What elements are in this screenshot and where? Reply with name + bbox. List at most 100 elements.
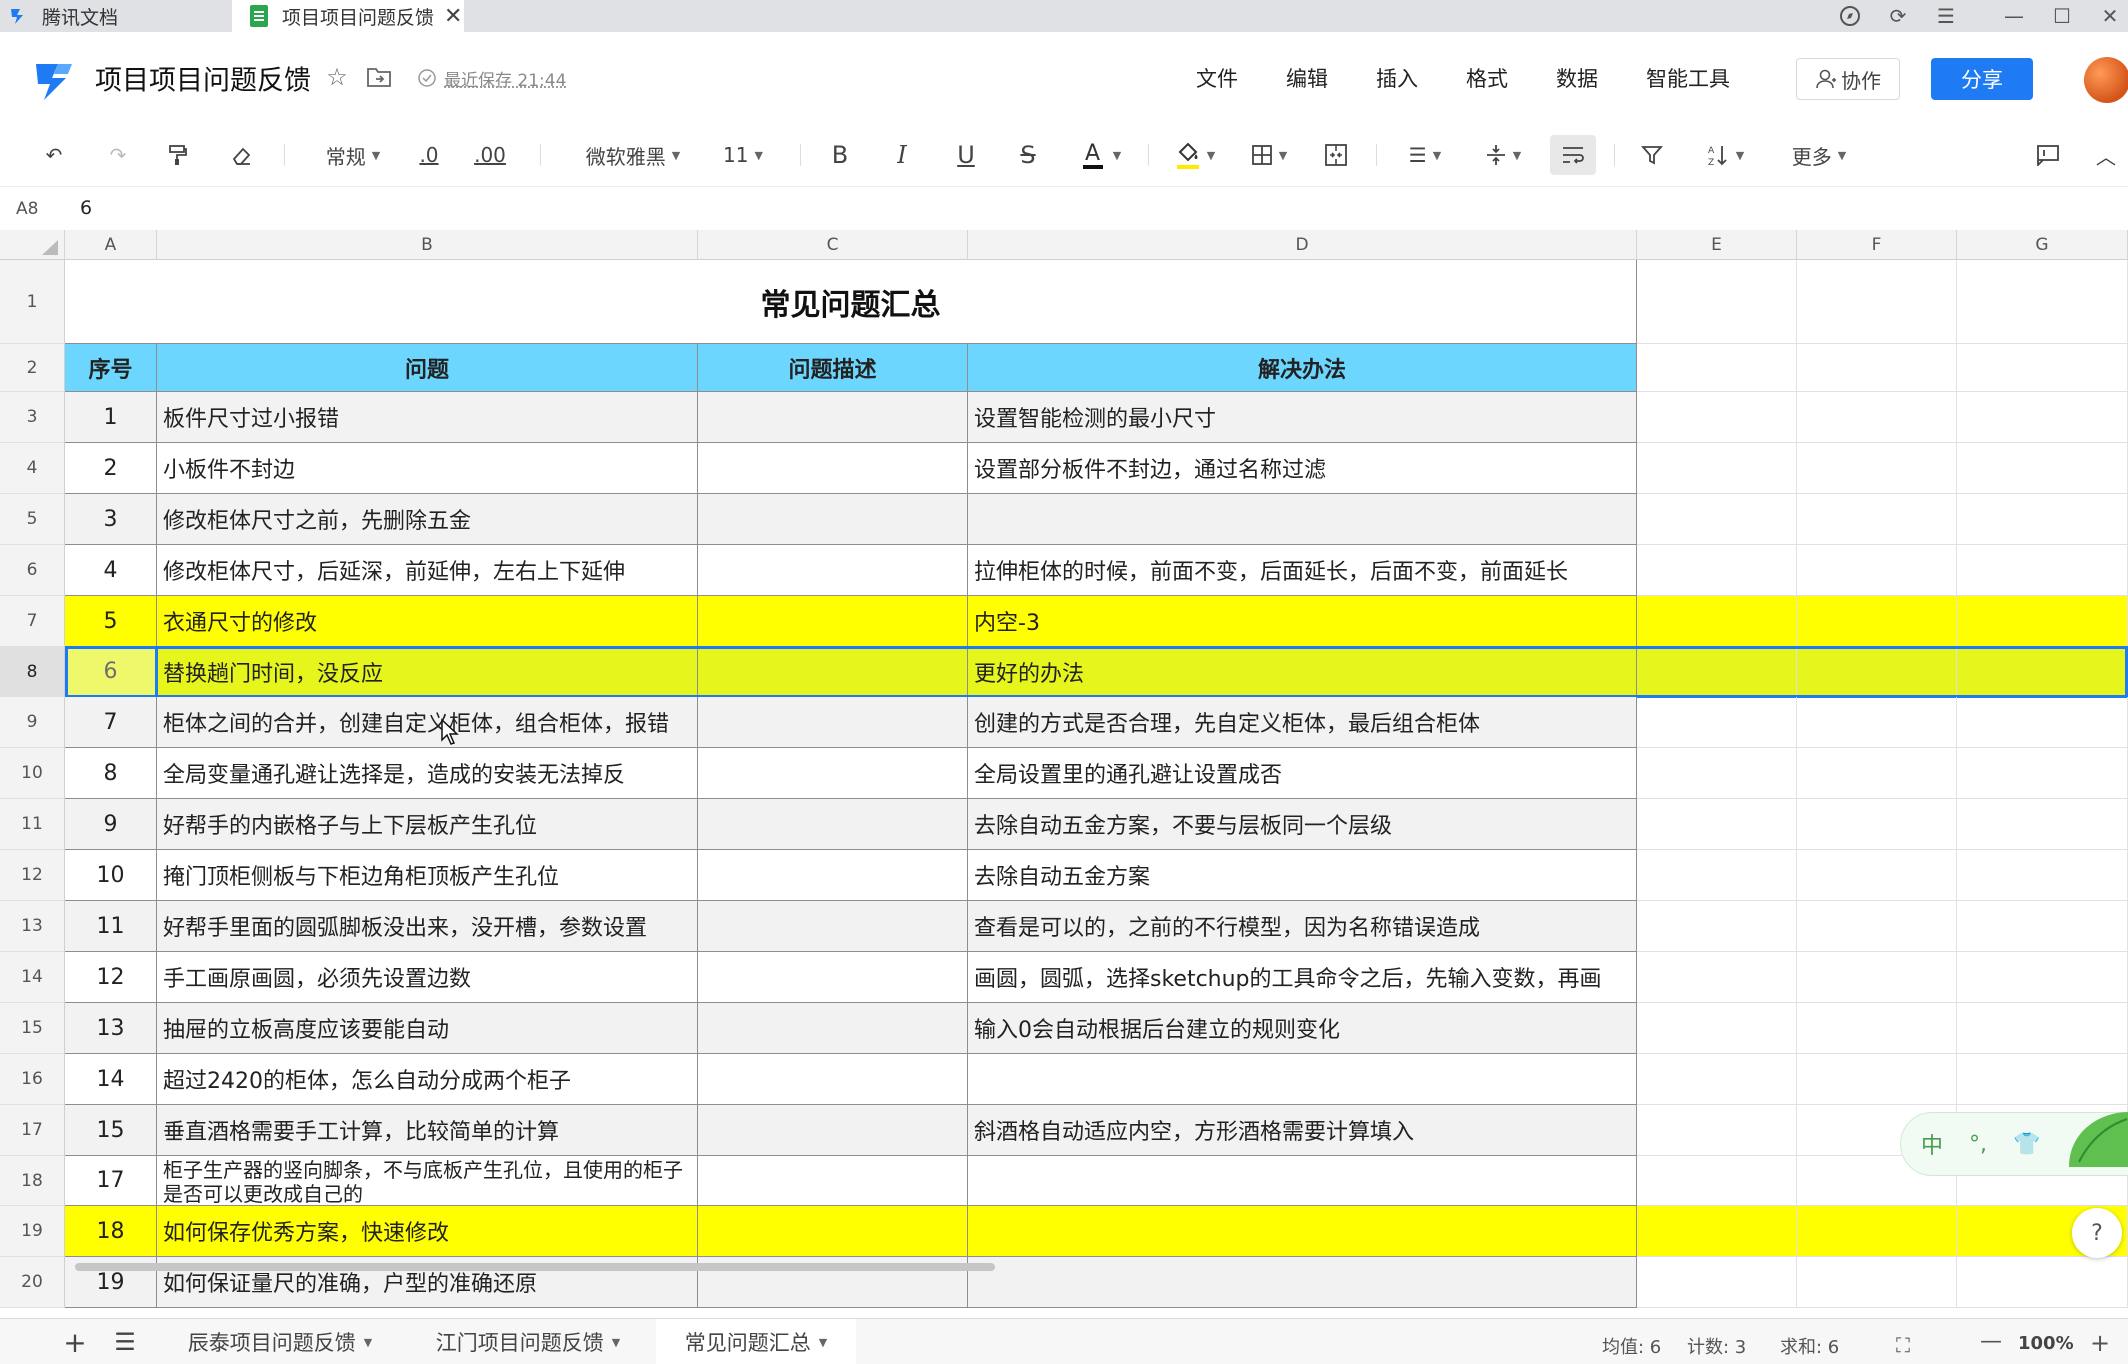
empty-cell[interactable] — [1637, 647, 1797, 697]
header-solution[interactable]: 解决办法 — [968, 344, 1637, 392]
empty-cell[interactable] — [1957, 1257, 2128, 1308]
empty-cell[interactable] — [1637, 545, 1797, 596]
cell-problem[interactable]: 好帮手的内嵌格子与上下层板产生孔位 — [157, 799, 698, 850]
cell-no[interactable]: 3 — [65, 494, 157, 545]
cell-problem[interactable]: 修改柜体尺寸之前，先删除五金 — [157, 494, 698, 545]
empty-cell[interactable] — [1797, 1257, 1957, 1308]
column-header-e[interactable]: E — [1637, 230, 1797, 260]
cell-description[interactable] — [698, 596, 968, 647]
cell-solution[interactable]: 画圆，圆弧，选择sketchup的工具命令之后，先输入变数，再画 — [968, 952, 1637, 1003]
strikethrough-icon[interactable]: S — [1012, 124, 1044, 186]
cell-problem[interactable]: 小板件不封边 — [157, 443, 698, 494]
empty-cell[interactable] — [1637, 1105, 1797, 1156]
cell-description[interactable] — [698, 647, 968, 697]
cell-no[interactable]: 15 — [65, 1105, 157, 1156]
empty-cell[interactable] — [1957, 392, 2128, 443]
empty-cell[interactable] — [1637, 1257, 1797, 1308]
number-format-select[interactable]: 常规 ▼ — [318, 124, 388, 186]
empty-cell[interactable] — [1637, 344, 1797, 392]
horizontal-scrollbar[interactable] — [75, 1263, 995, 1271]
doc-title[interactable]: 项目项目问题反馈 — [95, 59, 311, 98]
empty-cell[interactable] — [1637, 850, 1797, 901]
vertical-align-icon[interactable]: ▼ — [1478, 124, 1528, 186]
row-header[interactable]: 19 — [0, 1206, 65, 1257]
cell-solution[interactable] — [968, 1206, 1637, 1257]
empty-cell[interactable] — [1957, 443, 2128, 494]
cell-solution[interactable]: 设置智能检测的最小尺寸 — [968, 392, 1637, 443]
cell-problem[interactable]: 修改柜体尺寸，后延深，前延伸，左右上下延伸 — [157, 545, 698, 596]
cell-no[interactable]: 17 — [65, 1156, 157, 1206]
empty-cell[interactable] — [1797, 392, 1957, 443]
menu-insert[interactable]: 插入 — [1376, 63, 1418, 93]
empty-cell[interactable] — [1957, 748, 2128, 799]
avatar[interactable] — [2084, 57, 2128, 103]
row-header[interactable]: 1 — [0, 260, 65, 344]
empty-cell[interactable] — [1797, 1206, 1957, 1257]
menu-data[interactable]: 数据 — [1556, 63, 1598, 93]
cell-solution[interactable]: 去除自动五金方案 — [968, 850, 1637, 901]
empty-cell[interactable] — [1637, 901, 1797, 952]
cell-solution[interactable]: 创建的方式是否合理，先自定义柜体，最后组合柜体 — [968, 697, 1637, 748]
cell-solution[interactable]: 拉伸柜体的时候，前面不变，后面延长，后面不变，前面延长 — [968, 545, 1637, 596]
row-header[interactable]: 13 — [0, 901, 65, 952]
cell-solution[interactable] — [968, 494, 1637, 545]
empty-cell[interactable] — [1637, 697, 1797, 748]
empty-cell[interactable] — [1957, 344, 2128, 392]
empty-cell[interactable] — [1637, 1003, 1797, 1054]
minimize-icon[interactable]: — — [1992, 0, 2036, 32]
cell-solution[interactable]: 输入0会自动根据后台建立的规则变化 — [968, 1003, 1637, 1054]
row-header[interactable]: 15 — [0, 1003, 65, 1054]
empty-cell[interactable] — [1797, 596, 1957, 647]
more-tools-button[interactable]: 更多 ▼ — [1784, 124, 1854, 186]
cell-problem[interactable]: 掩门顶柜侧板与下柜边角柜顶板产生孔位 — [157, 850, 698, 901]
increase-decimal-button[interactable]: .00 — [470, 124, 510, 186]
refresh-icon[interactable]: ⟳ — [1876, 0, 1920, 32]
cell-no[interactable]: 14 — [65, 1054, 157, 1105]
cell-no[interactable]: 6 — [65, 647, 157, 697]
font-color-icon[interactable]: A ▼ — [1076, 124, 1126, 186]
empty-cell[interactable] — [1637, 443, 1797, 494]
spreadsheet-grid[interactable]: A B C D E F G 1 常见问题汇总 2 序号 问题 问题描述 解决办法 3 1 板件尺寸… — [0, 230, 2128, 1318]
cell-problem[interactable]: 衣通尺寸的修改 — [157, 596, 698, 647]
tab-tencent-docs[interactable]: 腾讯文档 — [0, 0, 232, 32]
empty-cell[interactable] — [1797, 748, 1957, 799]
empty-cell[interactable] — [1957, 260, 2128, 344]
font-family-select[interactable]: 微软雅黑 ▼ — [578, 124, 688, 186]
row-header[interactable]: 4 — [0, 443, 65, 494]
empty-cell[interactable] — [1957, 697, 2128, 748]
row-header[interactable]: 7 — [0, 596, 65, 647]
cell-solution[interactable]: 内空-3 — [968, 596, 1637, 647]
cell-no[interactable]: 7 — [65, 697, 157, 748]
cell-description[interactable] — [698, 1156, 968, 1206]
row-header[interactable]: 8 — [0, 647, 65, 697]
column-header-g[interactable]: G — [1957, 230, 2128, 260]
cell-description[interactable] — [698, 952, 968, 1003]
cell-problem[interactable]: 柜体之间的合并，创建自定义柜体，组合柜体，报错 — [157, 697, 698, 748]
column-header-b[interactable]: B — [157, 230, 698, 260]
decrease-decimal-button[interactable]: .0 — [414, 124, 444, 186]
empty-cell[interactable] — [1797, 344, 1957, 392]
folder-move-icon[interactable] — [364, 62, 394, 92]
cell-no[interactable]: 18 — [65, 1206, 157, 1257]
empty-cell[interactable] — [1637, 1156, 1797, 1206]
empty-cell[interactable] — [1797, 260, 1957, 344]
cell-solution[interactable]: 查看是可以的，之前的不行模型，因为名称错误造成 — [968, 901, 1637, 952]
empty-cell[interactable] — [1637, 799, 1797, 850]
cell-solution[interactable] — [968, 1257, 1637, 1308]
undo-icon[interactable]: ↶ — [36, 124, 72, 186]
row-header[interactable]: 14 — [0, 952, 65, 1003]
cell-solution[interactable]: 斜酒格自动适应内空，方形酒格需要计算填入 — [968, 1105, 1637, 1156]
cell-description[interactable] — [698, 392, 968, 443]
cell-description[interactable] — [698, 697, 968, 748]
empty-cell[interactable] — [1637, 1206, 1797, 1257]
row-header[interactable]: 16 — [0, 1054, 65, 1105]
empty-cell[interactable] — [1797, 494, 1957, 545]
cell-description[interactable] — [698, 494, 968, 545]
empty-cell[interactable] — [1957, 850, 2128, 901]
cell-description[interactable] — [698, 1105, 968, 1156]
sheet-title[interactable]: 常见问题汇总 — [65, 260, 1637, 344]
cell-problem[interactable]: 手工画原画圆，必须先设置边数 — [157, 952, 698, 1003]
row-header[interactable]: 18 — [0, 1156, 65, 1206]
empty-cell[interactable] — [1637, 596, 1797, 647]
empty-cell[interactable] — [1797, 799, 1957, 850]
